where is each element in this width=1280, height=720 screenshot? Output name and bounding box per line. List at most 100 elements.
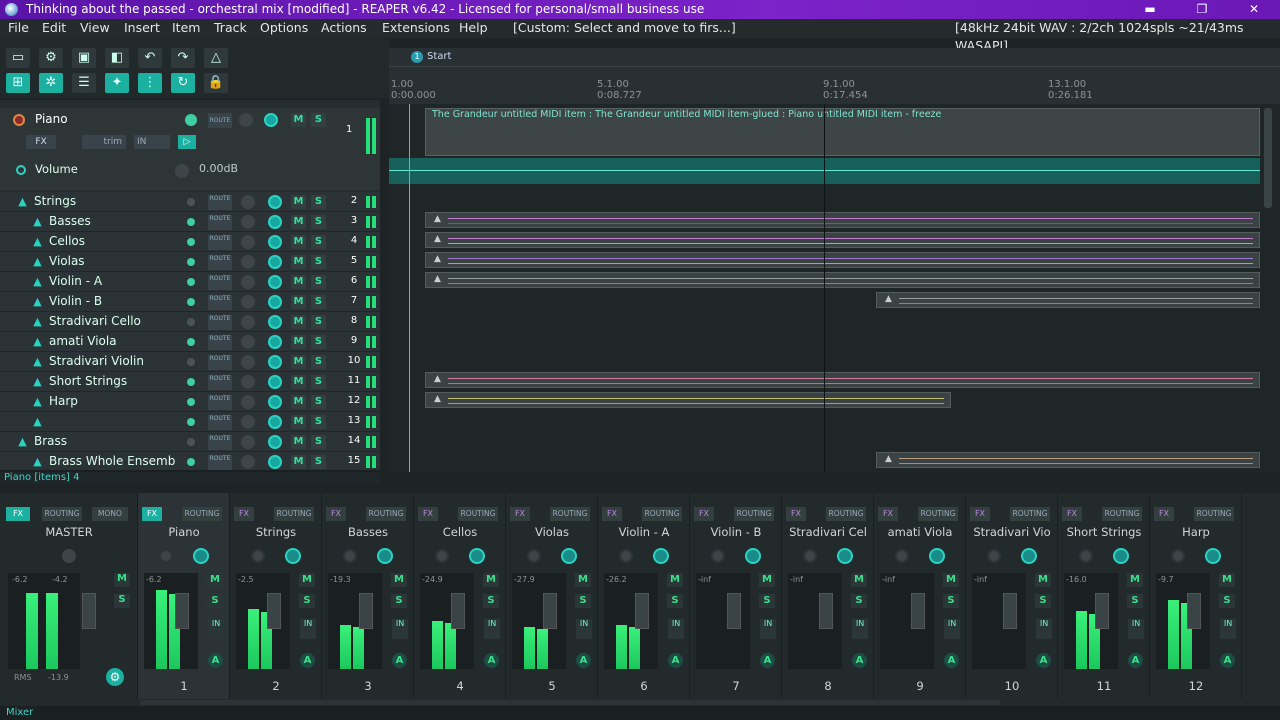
strip-automation-button[interactable]: A [300,653,315,668]
strip-pan-knob[interactable] [343,549,357,563]
auto-crossfade-icon[interactable]: ✦ [105,73,129,93]
menu-edit[interactable]: Edit [42,19,66,37]
item-lock-icon[interactable]: ▲ [434,275,442,284]
strip-pan-knob[interactable] [1079,549,1093,563]
strip-solo-button[interactable]: S [575,594,591,608]
track-route-button[interactable]: ROUTE [208,255,232,270]
track-fx-bypass-button[interactable] [268,335,282,349]
automation-mode-icon[interactable]: ▲ [31,235,44,248]
automation-mode-icon[interactable]: ▲ [31,455,44,468]
automation-mode-icon[interactable]: ▲ [31,255,44,268]
strip-name[interactable]: Violin - B [690,525,782,539]
media-item[interactable]: ▲ [876,292,1260,308]
automation-mode-icon[interactable]: ▲ [31,275,44,288]
strip-automation-button[interactable]: A [760,653,775,668]
ripple-edit-icon[interactable]: ☰ [72,73,96,93]
strip-mute-button[interactable]: M [1035,573,1051,587]
marker-start-label[interactable]: Start [427,51,451,62]
strip-fader[interactable] [911,593,925,629]
track-phase-button[interactable] [241,455,255,469]
track-name[interactable]: Brass Whole Ensemb [49,454,175,468]
strip-width-knob[interactable] [285,548,301,564]
strip-solo-button[interactable]: S [1035,594,1051,608]
track-mute-button[interactable]: M [291,375,306,389]
undo-icon[interactable]: ↶ [138,48,162,68]
strip-fader[interactable] [1095,593,1109,629]
mixer-channel-strip[interactable]: FX ROUTING Piano -6.2 M S IN A 1 [138,493,230,699]
track-pan-knob[interactable] [185,216,197,228]
track-solo-button[interactable]: S [311,295,326,309]
menu-insert[interactable]: Insert [124,19,160,37]
track-fx-bypass-button[interactable] [268,355,282,369]
strip-routing-button[interactable]: ROUTING [182,507,222,521]
strip-fader[interactable] [267,593,281,629]
track-row[interactable]: ▲ Cellos ROUTE M S 4 [0,232,380,252]
automation-mode-icon[interactable]: ▲ [31,215,44,228]
strip-fader[interactable] [1187,593,1201,629]
track-solo-button[interactable]: S [311,215,326,229]
track-pan-knob[interactable] [185,376,197,388]
track-name[interactable]: amati Viola [49,334,117,348]
strip-width-knob[interactable] [837,548,853,564]
track-fx-bypass-button[interactable] [268,215,282,229]
piano-route-button[interactable]: ROUTE [208,113,232,128]
track-route-button[interactable]: ROUTE [208,275,232,290]
track-row[interactable]: ▲ Basses ROUTE M S 3 [0,212,380,232]
strip-fader[interactable] [543,593,557,629]
track-route-button[interactable]: ROUTE [208,335,232,350]
strip-fx-button[interactable]: FX [878,507,898,521]
mixer-channel-strip[interactable]: FX ROUTING Harp -9.7 M S IN A 12 [1150,493,1242,699]
strip-name[interactable]: Stradivari Cel [782,525,874,539]
strip-solo-button[interactable]: S [1219,594,1235,608]
strip-fader[interactable] [175,593,189,629]
track-phase-button[interactable] [241,335,255,349]
master-fx-button[interactable]: FX [6,507,30,521]
track-phase-button[interactable] [241,255,255,269]
strip-width-knob[interactable] [193,548,209,564]
track-pan-knob[interactable] [185,296,197,308]
strip-width-knob[interactable] [1113,548,1129,564]
track-fx-bypass-button[interactable] [268,315,282,329]
track-mute-button[interactable]: M [291,315,306,329]
track-name[interactable]: Harp [49,394,78,408]
track-phase-button[interactable] [241,235,255,249]
strip-solo-button[interactable]: S [483,594,499,608]
vertical-scrollbar[interactable] [1264,108,1272,208]
track-name[interactable]: Violin - B [49,294,102,308]
track-solo-button[interactable]: S [311,255,326,269]
track-mute-button[interactable]: M [291,455,306,469]
timeline-ruler[interactable]: 1 Start 1.00 0:00.000 5.1.00 0:08.727 9.1.… [389,48,1280,104]
track-solo-button[interactable]: S [311,335,326,349]
strip-input-button[interactable]: IN [392,619,408,639]
strip-name[interactable]: Strings [230,525,322,539]
strip-name[interactable]: Basses [322,525,414,539]
piano-input-button[interactable]: IN [134,135,170,149]
track-solo-button[interactable]: S [311,315,326,329]
strip-fx-button[interactable]: FX [234,507,254,521]
automation-mode-icon[interactable]: ▲ [31,335,44,348]
strip-solo-button[interactable]: S [851,594,867,608]
strip-width-knob[interactable] [745,548,761,564]
minimize-button[interactable]: ▬ [1128,0,1172,19]
volume-knob[interactable] [175,164,189,178]
strip-input-button[interactable]: IN [300,619,316,639]
strip-mute-button[interactable]: M [207,573,223,587]
strip-fx-button[interactable]: FX [970,507,990,521]
track-fx-bypass-button[interactable] [268,455,282,469]
track-solo-button[interactable]: S [311,235,326,249]
track-row[interactable]: ▲ Stradivari Cello ROUTE M S 8 [0,312,380,332]
piano-pan-knob[interactable] [185,114,197,126]
strip-input-button[interactable]: IN [1128,619,1144,639]
media-item[interactable]: ▲ [425,272,1260,288]
track-row[interactable]: ▲ amati Viola ROUTE M S 9 [0,332,380,352]
metronome-icon[interactable]: △ [204,48,228,68]
track-name[interactable]: Cellos [49,234,85,248]
track-mute-button[interactable]: M [291,235,306,249]
automation-mode-icon[interactable]: ▲ [31,315,44,328]
strip-input-button[interactable]: IN [484,619,500,639]
mixer-channel-strip[interactable]: FX ROUTING Violin - B -inf M S IN A 7 [690,493,782,699]
docker-tab-mixer[interactable]: Mixer [6,707,33,718]
track-route-button[interactable]: ROUTE [208,195,232,210]
strip-routing-button[interactable]: ROUTING [1010,507,1050,521]
menu-item[interactable]: Item [172,19,200,37]
